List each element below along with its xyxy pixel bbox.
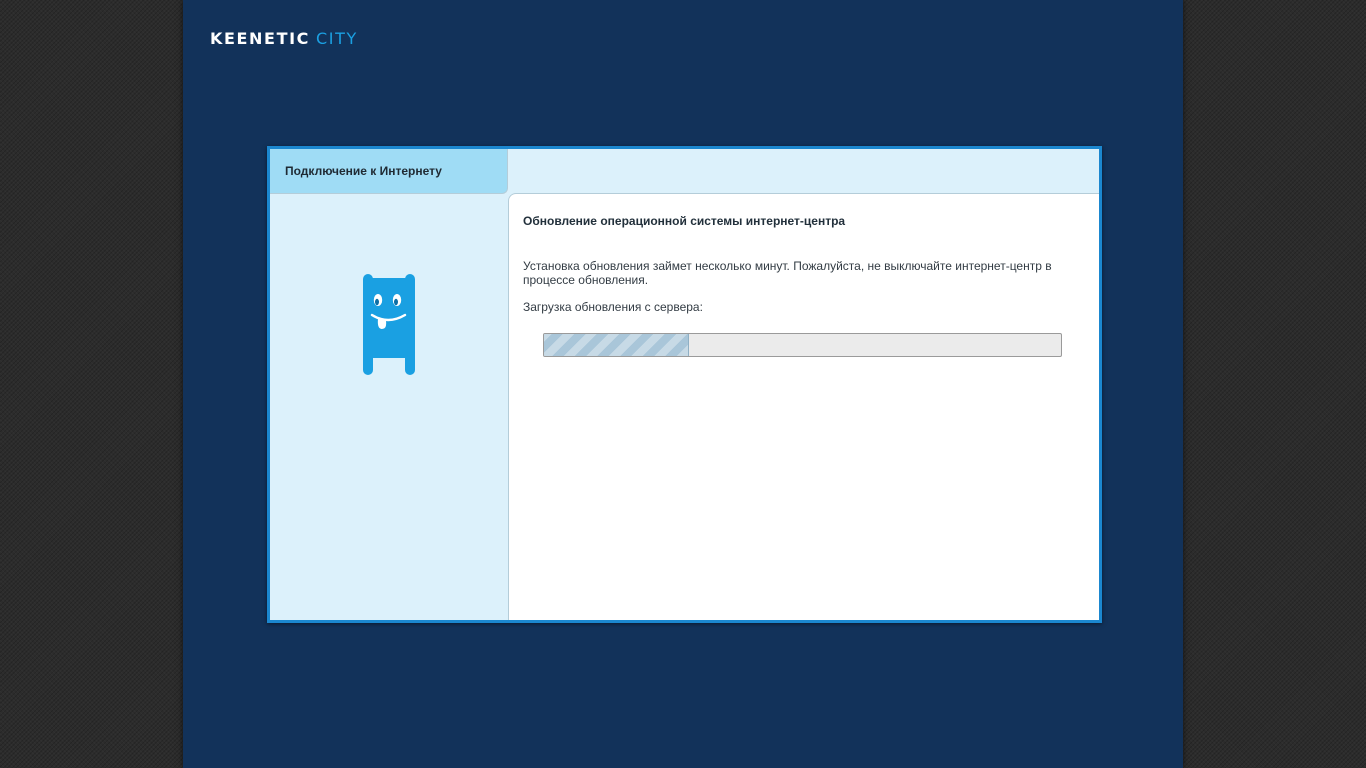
sidebar (270, 195, 508, 620)
tab-internet-connection[interactable]: Подключение к Интернету (270, 149, 508, 194)
mascot-left-ear (363, 274, 373, 288)
mascot-right-ear (405, 274, 415, 288)
keenetic-mascot-icon (361, 274, 417, 376)
page-background: KEENETIC CITY Подключение к Интернету Об… (183, 0, 1183, 768)
keenetic-logo: KEENETIC CITY (210, 29, 358, 49)
download-status-label: Загрузка обновления с сервера: (523, 300, 703, 314)
page-title: Обновление операционной системы интернет… (523, 214, 846, 228)
wizard-panel: Подключение к Интернету Обновление опера… (267, 146, 1102, 623)
logo-brand: KEENETIC (210, 29, 310, 48)
download-progress-fill (544, 334, 689, 356)
tab-label: Подключение к Интернету (285, 164, 442, 178)
update-description: Установка обновления займет несколько ми… (523, 259, 1052, 287)
logo-model: CITY (316, 29, 358, 48)
content-area: Обновление операционной системы интернет… (508, 193, 1099, 620)
download-progress-bar (543, 333, 1062, 357)
mascot-right-leg (405, 334, 415, 375)
mascot-left-leg (363, 334, 373, 375)
